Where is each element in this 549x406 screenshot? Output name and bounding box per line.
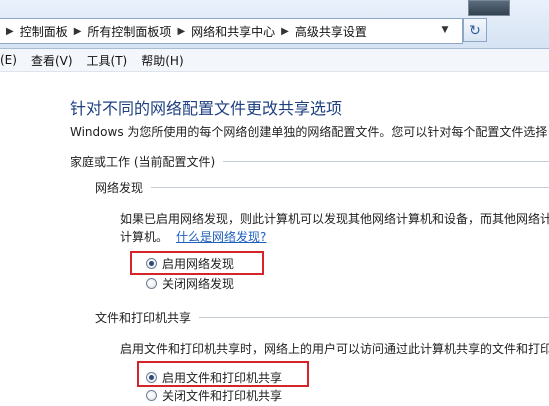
network-discovery-desc-tail: 计算机。 bbox=[120, 230, 169, 244]
file-printer-sharing-on-option[interactable]: 启用文件和打印机共享 bbox=[146, 368, 282, 386]
radio-button-checked[interactable] bbox=[146, 257, 157, 269]
network-discovery-off-label[interactable]: 关闭网络发现 bbox=[162, 275, 234, 292]
divider bbox=[223, 160, 549, 162]
network-discovery-label: 网络发现 bbox=[95, 180, 144, 195]
profile-header[interactable]: 家庭或工作 (当前配置文件) bbox=[70, 152, 549, 170]
file-printer-sharing-off-label[interactable]: 关闭文件和打印机共享 bbox=[162, 387, 282, 404]
network-discovery-on-label[interactable]: 启用网络发现 bbox=[162, 255, 234, 272]
radio-button-checked[interactable] bbox=[146, 371, 157, 383]
radio-button[interactable] bbox=[146, 277, 157, 289]
page-title: 针对不同的网络配置文件更改共享选项 bbox=[70, 99, 343, 118]
chevron-down-icon[interactable]: ▼ bbox=[438, 22, 452, 38]
breadcrumb-control-panel[interactable]: 控制面板 bbox=[20, 23, 68, 40]
menu-edit[interactable]: (E) bbox=[0, 53, 17, 67]
chevron-right-icon[interactable]: ▶ bbox=[177, 26, 185, 37]
file-printer-sharing-off-option[interactable]: 关闭文件和打印机共享 bbox=[146, 386, 282, 404]
network-discovery-header: 网络发现 bbox=[95, 178, 549, 196]
chevron-right-icon[interactable]: ▶ bbox=[6, 26, 14, 37]
menu-tools[interactable]: 工具(T) bbox=[87, 52, 128, 69]
refresh-icon[interactable]: ↻ bbox=[463, 18, 487, 42]
chevron-right-icon[interactable]: ▶ bbox=[281, 26, 289, 37]
divider bbox=[151, 186, 549, 188]
address-bar: ▶ 控制面板 ▶ 所有控制面板项 ▶ 网络和共享中心 ▶ 高级共享设置 ▼ ↻ bbox=[0, 0, 549, 49]
breadcrumb-advanced-sharing[interactable]: 高级共享设置 bbox=[295, 23, 367, 40]
what-is-network-discovery-link[interactable]: 什么是网络发现? bbox=[176, 230, 266, 244]
radio-button[interactable] bbox=[146, 389, 157, 401]
file-printer-sharing-on-label[interactable]: 启用文件和打印机共享 bbox=[162, 369, 282, 386]
file-printer-sharing-header: 文件和打印机共享 bbox=[95, 308, 549, 326]
window-thumbnail bbox=[468, 0, 510, 16]
chevron-right-icon[interactable]: ▶ bbox=[74, 26, 82, 37]
file-printer-sharing-description: 启用文件和打印机共享时，网络上的用户可以访问通过此计算机共享的文件和打印 bbox=[120, 342, 549, 356]
page-description: Windows 为您所使用的每个网络创建单独的网络配置文件。您可以针对每个配置文… bbox=[70, 125, 548, 139]
breadcrumb-all-items[interactable]: 所有控制面板项 bbox=[87, 23, 171, 40]
menu-view[interactable]: 查看(V) bbox=[31, 52, 73, 69]
file-printer-sharing-label: 文件和打印机共享 bbox=[95, 310, 192, 325]
divider bbox=[199, 316, 549, 318]
network-discovery-on-option[interactable]: 启用网络发现 bbox=[146, 254, 234, 272]
breadcrumb: ▶ 控制面板 ▶ 所有控制面板项 ▶ 网络和共享中心 ▶ 高级共享设置 bbox=[0, 22, 367, 40]
breadcrumb-network-center[interactable]: 网络和共享中心 bbox=[191, 23, 275, 40]
menu-bar: (E) 查看(V) 工具(T) 帮助(H) bbox=[0, 49, 549, 72]
network-discovery-description-2: 计算机。 什么是网络发现? bbox=[120, 228, 266, 246]
network-discovery-off-option[interactable]: 关闭网络发现 bbox=[146, 274, 234, 292]
profile-label: 家庭或工作 (当前配置文件) bbox=[70, 154, 216, 169]
menu-help[interactable]: 帮助(H) bbox=[141, 52, 183, 69]
network-discovery-description: 如果已启用网络发现，则此计算机可以发现其他网络计算机和设备，而其他网络计 bbox=[120, 212, 549, 226]
